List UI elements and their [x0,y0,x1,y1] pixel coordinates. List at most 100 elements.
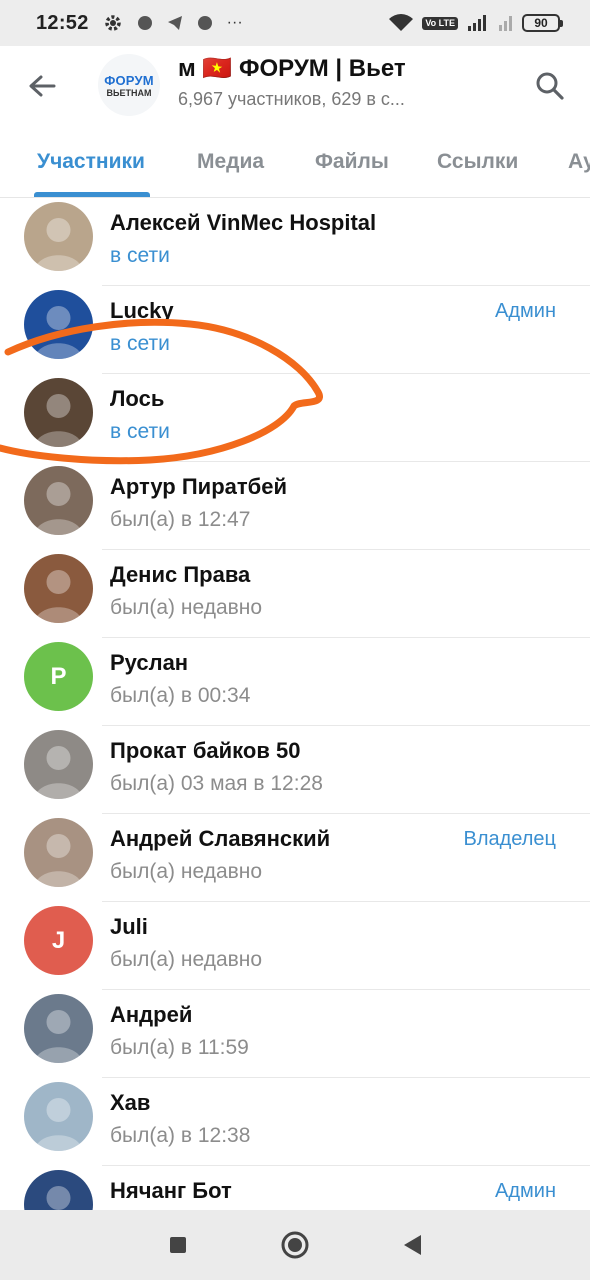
member-avatar[interactable] [24,818,93,887]
tab-links[interactable]: Ссылки [437,150,518,174]
nav-back-button[interactable] [388,1221,436,1269]
signal-icon-2 [499,16,512,31]
member-status: в сети [110,332,170,355]
chat-header: ФОРУМ ВЬЕТНАМ м 🇻🇳 ФОРУМ | Вьет 6,967 уч… [0,46,590,126]
profile-tabs: Участники Медиа Файлы Ссылки Ау [0,126,590,198]
member-photo-icon [34,394,83,447]
member-status: был(а) 03 мая в 12:28 [110,772,323,795]
member-avatar[interactable] [24,554,93,623]
member-name: Juli [110,914,148,939]
member-photo-icon [34,834,83,887]
member-role-badge: Админ [495,1180,556,1202]
member-avatar[interactable] [24,1082,93,1151]
member-photo-icon [34,218,83,271]
member-name: Lucky [110,298,174,323]
member-photo-icon [34,570,83,623]
member-avatar[interactable]: J [24,906,93,975]
status-bar: 12:52 ··· Vo LTE 90 [0,0,590,46]
member-row[interactable]: Lucky в сети Админ [0,286,590,374]
circle-icon [281,1231,309,1259]
arrow-left-icon [29,75,56,97]
square-icon [170,1237,187,1253]
member-name: Алексей VinMec Hospital [110,210,377,235]
member-photo-icon [34,1098,83,1151]
member-row[interactable]: Прокат байков 50 был(а) 03 мая в 12:28 [0,726,590,814]
member-photo-icon [34,482,83,535]
member-name: Прокат байков 50 [110,738,301,763]
member-row[interactable]: Андрей был(а) в 11:59 [0,990,590,1078]
member-status: был(а) недавно [110,596,263,619]
member-avatar[interactable] [24,1170,93,1210]
member-avatar[interactable] [24,466,93,535]
member-name: Андрей Славянский [110,826,331,851]
triangle-left-icon [403,1235,421,1255]
title-fade [418,54,446,88]
search-icon [536,72,564,100]
member-role-badge: Админ [495,300,556,322]
nav-recents-button[interactable] [154,1221,202,1269]
status-notification-icons: ··· [103,13,243,33]
member-status: в сети [110,244,170,267]
group-logo-bottom: ВЬЕТНАМ [106,87,152,98]
member-status: был(а) недавно [110,948,263,971]
member-status: был(а) недавно [110,860,263,883]
tab-members[interactable]: Участники [37,150,145,174]
group-title-block[interactable]: м 🇻🇳 ФОРУМ | Вьет 6,967 участников, 629 … [178,54,446,110]
member-avatar[interactable] [24,378,93,447]
status-right-icons: Vo LTE 90 [388,13,563,33]
member-avatar[interactable] [24,994,93,1063]
group-avatar[interactable]: ФОРУМ ВЬЕТНАМ [98,54,160,116]
member-list[interactable]: Алексей VinMec Hospital в сети Lucky в сети… [0,198,590,1210]
volte-icon: Vo LTE [422,16,458,30]
group-subtitle: 6,967 участников, 629 в с... [178,89,405,109]
member-row[interactable]: Денис Права был(а) недавно [0,550,590,638]
member-row[interactable]: Алексей VinMec Hospital в сети [0,198,590,286]
nav-home-button[interactable] [271,1221,319,1269]
member-row[interactable]: Лось в сети [0,374,590,462]
member-name: Хав [110,1090,151,1115]
signal-icon [468,15,486,31]
member-avatar[interactable] [24,202,93,271]
app-notification-icon [137,16,152,30]
more-notifications-icon: ··· [226,14,243,31]
member-status: в сети [110,420,170,443]
member-avatar[interactable] [24,730,93,799]
search-button[interactable] [530,66,570,106]
member-status: был(а) в 00:34 [110,684,251,707]
member-row[interactable]: Хав был(а) в 12:38 [0,1078,590,1166]
member-avatar[interactable]: Р [24,642,93,711]
member-row[interactable]: J Juli был(а) недавно [0,902,590,990]
active-tab-indicator [34,192,150,197]
member-status: был(а) в 12:38 [110,1124,251,1147]
battery-level: 90 [534,16,548,30]
wifi-icon [389,14,414,31]
tab-audio[interactable]: Ау [568,150,590,174]
tab-media[interactable]: Медиа [197,150,264,174]
member-row[interactable]: Нячанг Бот Админ [0,1166,590,1210]
member-row[interactable]: Андрей Славянский был(а) недавно Владелец [0,814,590,902]
member-photo-icon [34,1010,83,1063]
member-role-badge: Владелец [463,828,556,850]
group-logo-top: ФОРУМ [104,72,154,88]
member-status: был(а) в 11:59 [110,1036,249,1059]
member-photo-icon [46,1186,71,1210]
member-name: Денис Права [110,562,251,587]
member-row[interactable]: Р Руслан был(а) в 00:34 [0,638,590,726]
member-avatar[interactable] [24,290,93,359]
tab-files[interactable]: Файлы [315,150,389,174]
battery-icon: 90 [522,14,563,32]
status-time: 12:52 [36,11,89,34]
system-nav-bar [0,1210,590,1280]
member-status: был(а) в 12:47 [110,508,251,531]
app-notification-icon-2 [197,16,212,30]
telegram-notification-icon [167,16,182,30]
member-name: Андрей [110,1002,193,1027]
settings-gear-icon [104,15,121,31]
member-name: Лось [110,386,165,411]
member-name: Руслан [110,650,189,675]
group-title: м 🇻🇳 ФОРУМ | Вьет [178,55,406,82]
member-name: Артур Пиратбей [110,474,287,499]
member-photo-icon [34,306,83,359]
member-row[interactable]: Артур Пиратбей был(а) в 12:47 [0,462,590,550]
back-button[interactable] [22,66,62,106]
